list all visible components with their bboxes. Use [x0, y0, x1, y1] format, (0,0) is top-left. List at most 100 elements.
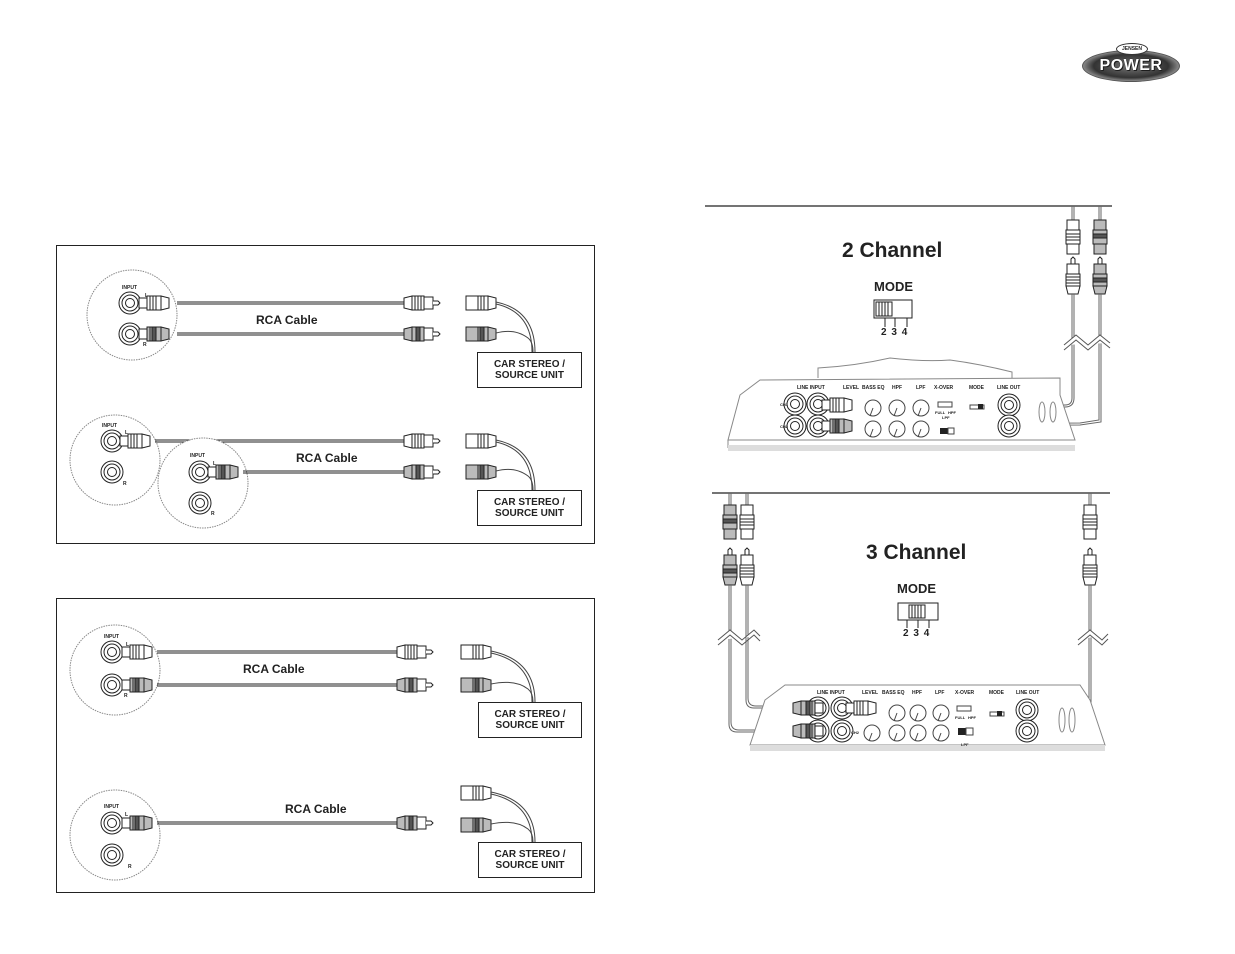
amp3-label-hpf: HPF — [912, 690, 922, 696]
amp-plug-right — [739, 547, 755, 586]
amp2-xover-lpf: LPF — [942, 415, 950, 420]
position-2: 2 — [903, 628, 909, 639]
amp2-label-bass-eq: BASS EQ — [862, 385, 885, 391]
amp3-label-xover: X-OVER — [955, 690, 975, 696]
rca-end-plug-right — [403, 326, 441, 342]
left-input-socket — [100, 640, 124, 664]
position-4: 4 — [923, 628, 930, 639]
unit-label-line1: CAR STEREO / — [494, 849, 566, 860]
rca-end-plug — [396, 815, 434, 831]
amp3-label-ch2: CH2 — [851, 730, 860, 735]
amp1-right-socket — [100, 460, 124, 484]
source-jack-right — [465, 326, 497, 342]
rca-plug-right — [138, 326, 170, 342]
line-out-socket-2 — [997, 414, 1021, 438]
amp2-label-ch1: CH1 — [780, 402, 789, 407]
wiring-diagram-canvas: INPUT L R INPUT L R INPUT L R — [69, 205, 1112, 881]
amp2-label-mode: MODE — [969, 385, 985, 391]
input-label: INPUT — [104, 634, 119, 640]
position-2: 2 — [881, 327, 887, 338]
amp2-label-line-input: LINE INPUT — [797, 385, 825, 391]
amp3-xover-full: FULL — [955, 715, 966, 720]
level-knob-ch2 — [863, 724, 881, 742]
rca-cable-label-2: RCA Cable — [296, 451, 358, 465]
two-channel-mode-label: MODE — [874, 279, 913, 294]
source-jack-right — [460, 677, 492, 693]
right-label: R — [143, 342, 147, 348]
position-4: 4 — [901, 327, 908, 338]
ch2-input-socket-b — [830, 719, 854, 743]
rca-cable-label-4: RCA Cable — [285, 802, 347, 816]
left-input-socket — [100, 811, 124, 835]
three-channel-diagram — [712, 492, 1110, 751]
hpf-knob-ch1 — [888, 399, 906, 417]
three-channel-title: 3 Channel — [866, 541, 967, 564]
bass-eq-knob-ch2 — [888, 724, 906, 742]
ch1-rca-plug — [792, 700, 824, 716]
rca-end-plug-right — [403, 464, 441, 480]
source-jack-right — [460, 817, 492, 833]
input-label: INPUT — [190, 453, 205, 459]
three-channel-mode-label: MODE — [897, 581, 936, 596]
unit-label-line1: CAR STEREO / — [494, 709, 566, 720]
bass-eq-knob-ch1 — [864, 399, 882, 417]
rca-end-plug-left — [396, 644, 434, 660]
bridge-rca-plug — [845, 700, 877, 716]
unit-label-line2: SOURCE UNIT — [495, 860, 565, 871]
right-label: R — [128, 864, 132, 870]
two-channel-title: 2 Channel — [842, 239, 943, 262]
right-label: R — [124, 693, 128, 699]
lpf-knob-ch1 — [932, 704, 950, 722]
right-input-socket — [118, 322, 142, 346]
amp2-label-hpf: HPF — [892, 385, 902, 391]
ch2-rca-plug — [821, 418, 853, 434]
input-label: INPUT — [122, 285, 137, 291]
rca-cable-label-1: RCA Cable — [256, 313, 318, 327]
right-label: R — [123, 481, 127, 487]
rca-plug-right — [121, 677, 153, 693]
cable-plug-sub — [1082, 504, 1098, 540]
rca-plug-left — [138, 295, 170, 311]
rca-end-plug-right — [396, 677, 434, 693]
amp2-label-lpf: LPF — [916, 385, 925, 391]
amp3-label-level: LEVEL — [862, 690, 878, 696]
line-out-socket-1 — [1015, 698, 1039, 722]
ch2-rca-plug — [792, 723, 824, 739]
amp3-label-lpf: LPF — [935, 690, 944, 696]
amp3-label-line-out: LINE OUT — [1016, 690, 1039, 696]
position-3: 3 — [913, 628, 919, 639]
line-out-socket-1 — [997, 393, 1021, 417]
amp-plug-sub — [1082, 547, 1098, 586]
rca-end-plug-left — [403, 295, 441, 311]
rca-plug-left — [121, 815, 153, 831]
cable-plug-left — [1065, 219, 1081, 255]
left-label: L — [125, 812, 128, 818]
amp3-label-bass-eq: BASS EQ — [882, 690, 905, 696]
three-channel-switch-positions: 2 3 4 — [903, 628, 929, 639]
amp3-xover-lpf: LPF — [961, 742, 969, 747]
lpf-knob-ch2 — [912, 420, 930, 438]
amp3-label-line-input: LINE INPUT — [817, 690, 845, 696]
lpf-knob-ch1 — [912, 399, 930, 417]
amp-input-circle — [86, 269, 178, 361]
cable-plug-right — [739, 504, 755, 540]
source-jack-right — [465, 464, 497, 480]
hpf-knob-ch2 — [888, 420, 906, 438]
amp3-label-mode: MODE — [989, 690, 1005, 696]
ch1-rca-plug — [821, 397, 853, 413]
left-input-socket — [118, 291, 142, 315]
bass-eq-knob-ch2 — [864, 420, 882, 438]
car-stereo-source-unit-2: CAR STEREO / SOURCE UNIT — [477, 490, 582, 526]
amp2-label-level: LEVEL — [843, 385, 859, 391]
bass-eq-knob-ch1 — [888, 704, 906, 722]
unit-label-line2: SOURCE UNIT — [495, 508, 564, 519]
amp2-right-socket — [188, 491, 212, 515]
rca-end-plug-left — [403, 433, 441, 449]
rca-plug-amp1 — [119, 433, 151, 449]
car-stereo-source-unit-1: CAR STEREO / SOURCE UNIT — [477, 352, 582, 388]
right-input-socket — [100, 843, 124, 867]
amp-plug-left — [1065, 256, 1081, 295]
source-jack-left — [465, 295, 497, 311]
source-jack-left — [460, 644, 492, 660]
amp2-label-ch2: CH2 — [780, 424, 789, 429]
